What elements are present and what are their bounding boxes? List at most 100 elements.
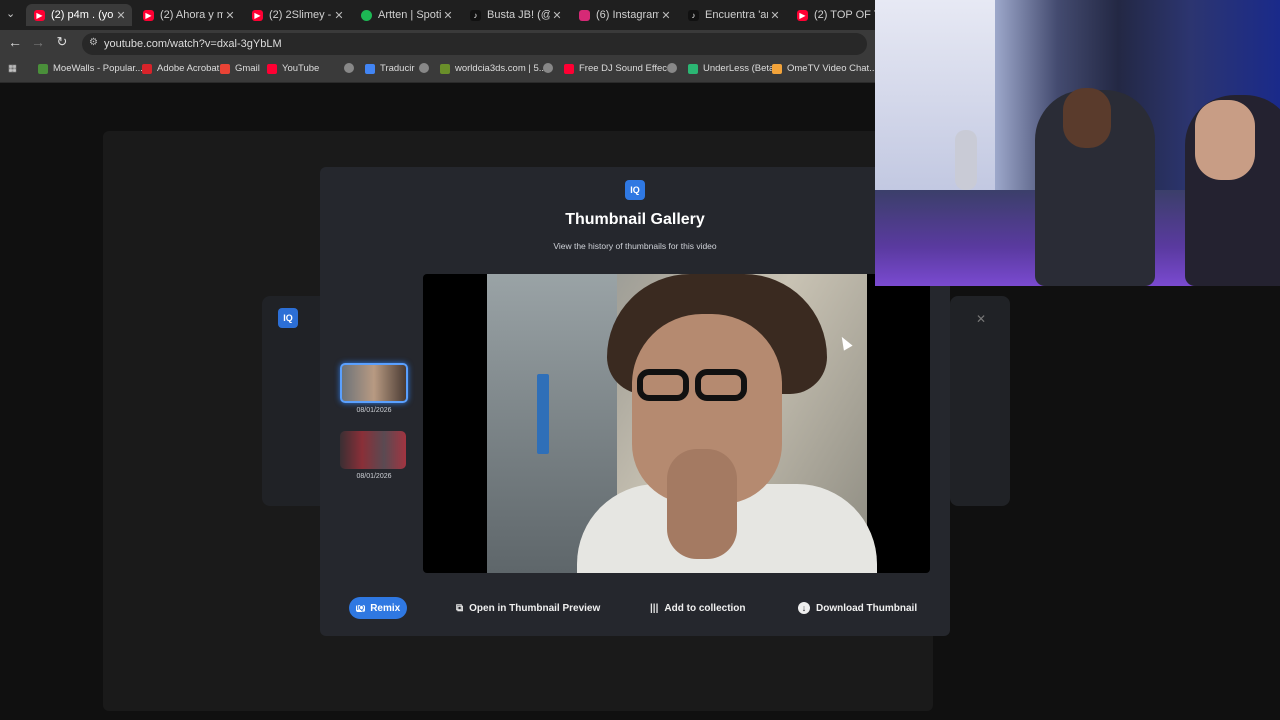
tab-title: (2) 2Slimey - Roc (269, 9, 332, 21)
bookmark-favicon (267, 63, 277, 74)
bookmark-label: Free DJ Sound Effec... (579, 63, 675, 74)
youtube-icon: ▶ (34, 9, 45, 21)
open-preview-label: Open in Thumbnail Preview (469, 602, 601, 614)
bookmark-youtube[interactable]: YouTube (267, 63, 319, 74)
close-tab-icon[interactable]: ✕ (332, 9, 346, 22)
tab-title: (2) TOP OF THE V (814, 9, 875, 21)
webcam-overlay (875, 0, 1280, 286)
close-tab-icon[interactable]: ✕ (223, 9, 237, 22)
remix-button[interactable]: IQ Remix (349, 597, 407, 619)
close-tab-icon[interactable]: ✕ (550, 9, 564, 22)
url-text: youtube.com/watch?v=dxal-3gYbLM (104, 38, 282, 50)
tab-tiktok-encuentra[interactable]: ♪ Encuentra 'arcang ✕ (680, 4, 786, 26)
external-preview-icon: ⧉ (456, 602, 464, 614)
globe-icon (419, 63, 429, 73)
thumbnail-history-item[interactable]: 08/01/2026 (340, 431, 408, 480)
tiktok-icon: ♪ (688, 9, 699, 21)
thumbnail-gallery-modal: IQ Thumbnail Gallery View the history of… (320, 167, 950, 636)
bookmark-favicon (440, 63, 450, 74)
close-tab-icon[interactable]: ✕ (659, 9, 673, 22)
close-tab-icon[interactable]: ✕ (441, 9, 455, 22)
apps-grid-icon[interactable]: ▦ (8, 63, 17, 74)
iq-logo-icon: IQ (278, 308, 298, 328)
bookmark-favicon (142, 63, 152, 74)
back-arrow-icon[interactable]: ← (5, 34, 25, 50)
bookmark-moewalls[interactable]: MoeWalls - Popular... (38, 63, 143, 74)
tab-title: (2) p4m . (yo pray (51, 9, 114, 21)
bookmark-globe-2[interactable] (419, 63, 434, 73)
navigation-bar: ← → ↻ ⚙ youtube.com/watch?v=dxal-3gYbLM (0, 30, 875, 58)
site-info-icon[interactable]: ⚙ (89, 37, 98, 48)
reload-icon[interactable]: ↻ (52, 34, 72, 50)
add-collection-label: Add to collection (664, 602, 746, 614)
thumbnail-image (340, 431, 406, 469)
remix-label: Remix (370, 602, 401, 614)
bookmark-label: Gmail (235, 63, 260, 74)
download-circle-icon: ↓ (798, 602, 810, 614)
globe-icon (667, 63, 677, 73)
close-icon: ✕ (976, 312, 987, 326)
tab-title: Artten | Spotify (378, 9, 441, 21)
tab-title: (6) Instagram • M (596, 9, 659, 21)
thumbnail-date: 08/01/2026 (356, 473, 392, 480)
tab-title: (2) Ahora y mas t (160, 9, 223, 21)
iq-logo-icon: IQ (355, 604, 366, 612)
bookmark-label: worldcia3ds.com | 5... (455, 63, 547, 74)
modal-subtitle: View the history of thumbnails for this … (553, 241, 717, 251)
bookmark-favicon (220, 63, 230, 74)
address-bar[interactable]: ⚙ youtube.com/watch?v=dxal-3gYbLM (82, 33, 867, 55)
background-stats-panel: ✕ (950, 296, 1010, 506)
globe-icon (543, 63, 553, 73)
bookmark-adobe[interactable]: Adobe Acrobat (142, 63, 219, 74)
instagram-icon (579, 9, 590, 21)
tab-ahora[interactable]: ▶ (2) Ahora y mas t ✕ (135, 4, 241, 26)
add-to-collection-button[interactable]: ||| Add to collection (650, 597, 746, 619)
download-thumbnail-button[interactable]: ↓ Download Thumbnail (798, 597, 917, 619)
tab-title: Encuentra 'arcang (705, 9, 768, 21)
bookmark-ometv[interactable]: OmeTV Video Chat... (772, 63, 877, 74)
modal-title: Thumbnail Gallery (565, 211, 705, 228)
bookmark-label: Traducir (380, 63, 415, 74)
close-tab-icon[interactable]: ✕ (768, 9, 782, 22)
close-tab-icon[interactable]: ✕ (114, 9, 128, 22)
youtube-icon: ▶ (143, 9, 154, 21)
tiktok-icon: ♪ (470, 9, 481, 21)
bookmark-favicon (772, 63, 782, 74)
bookmark-favicon (38, 63, 48, 74)
library-icon: ||| (650, 602, 659, 614)
bookmark-underless[interactable]: UnderLess (Beta) (688, 63, 777, 74)
tab-search-icon[interactable]: ⌄ (6, 7, 15, 20)
bookmark-globe-3[interactable] (543, 63, 558, 73)
bookmark-globe-4[interactable] (667, 63, 682, 73)
tab-strip: ⌄ ▶ (2) p4m . (yo pray ✕ ▶ (2) Ahora y m… (0, 0, 875, 30)
thumbnail-history-item[interactable]: 08/01/2026 (340, 363, 408, 414)
bookmark-favicon (688, 63, 698, 74)
bookmark-gmail[interactable]: Gmail (220, 63, 260, 74)
iq-logo-icon: IQ (625, 180, 645, 200)
bookmark-label: Adobe Acrobat (157, 63, 220, 74)
bookmark-freedj[interactable]: Free DJ Sound Effec... (564, 63, 675, 74)
bookmark-label: MoeWalls - Popular... (53, 63, 143, 74)
bookmark-favicon (365, 63, 375, 74)
bookmark-label: OmeTV Video Chat... (787, 63, 878, 74)
open-thumbnail-preview-button[interactable]: ⧉ Open in Thumbnail Preview (456, 597, 600, 619)
microphone (955, 130, 977, 190)
tab-tiktok-busta[interactable]: ♪ Busta JB! (@bust ✕ (462, 4, 568, 26)
bookmark-favicon (564, 63, 574, 74)
preview-image (487, 274, 877, 573)
forward-arrow-icon[interactable]: → (28, 34, 48, 50)
bookmark-worldcia[interactable]: worldcia3ds.com | 5... (440, 63, 547, 74)
tab-instagram[interactable]: (6) Instagram • M ✕ (571, 4, 677, 26)
tab-spotify[interactable]: Artten | Spotify ✕ (353, 4, 459, 26)
thumbnail-preview (423, 274, 930, 573)
youtube-icon: ▶ (797, 9, 808, 21)
tab-p4m[interactable]: ▶ (2) p4m . (yo pray ✕ (26, 4, 132, 26)
bookmark-globe-1[interactable] (344, 63, 359, 73)
bookmarks-bar: ▦ MoeWalls - Popular... Adobe Acrobat Gm… (0, 58, 877, 83)
spotify-icon (361, 9, 372, 21)
tab-2slimey[interactable]: ▶ (2) 2Slimey - Roc ✕ (244, 4, 350, 26)
tab-title: Busta JB! (@bust (487, 9, 550, 21)
globe-icon (344, 63, 354, 73)
bookmark-traducir[interactable]: Traducir (365, 63, 415, 74)
tab-top-of-the[interactable]: ▶ (2) TOP OF THE V (789, 4, 875, 26)
